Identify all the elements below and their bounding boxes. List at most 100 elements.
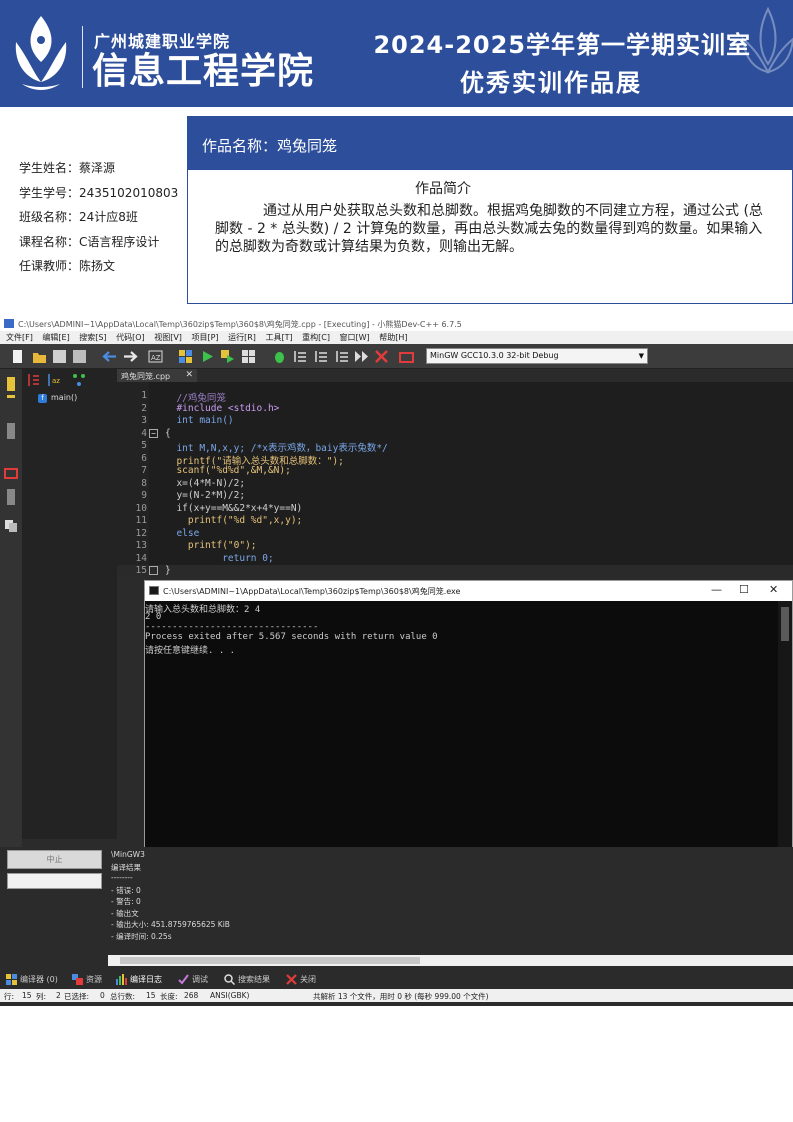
compile-icon[interactable] [178, 349, 193, 364]
console-line: -------------------------------- [145, 622, 319, 632]
save-all-icon[interactable] [72, 349, 87, 364]
status-parse-info: 共解析 13 个文件，用时 0 秒 (每秒 999.00 个文件) [313, 992, 489, 1001]
student-id: 学生学号：2435102010803 [19, 185, 179, 200]
tab-debug[interactable]: 调试 [178, 974, 208, 985]
code-line[interactable]: 11 printf("%d %d",x,y); [117, 515, 793, 528]
debug-tab-icon[interactable] [3, 465, 19, 481]
bottom-tab-bar: 编译器 (0) 资源 编译日志 调试 搜索结果 关闭 [0, 969, 793, 989]
code-line[interactable]: 10 if(x+y==M&&2*x+4*y==N) [117, 503, 793, 516]
code-line[interactable]: 8 x=(4*M-N)/2; [117, 478, 793, 491]
line-number: 14 [135, 552, 147, 564]
code-line[interactable]: 14 return 0; [117, 553, 793, 566]
tab-search-results-label: 搜索结果 [238, 975, 270, 984]
status-col-label: 列: [36, 992, 47, 1001]
compile-run-icon[interactable] [220, 349, 235, 364]
compiler-select[interactable]: MinGW GCC10.3.0 32-bit Debug ▼ [426, 348, 648, 364]
stop-button[interactable]: 中止 [7, 850, 102, 869]
back-arrow-icon[interactable] [102, 349, 117, 364]
sort-az-icon[interactable]: az [46, 373, 60, 387]
menu-refactor[interactable]: 重构[C] [302, 331, 330, 344]
code-line[interactable]: 3 int main() [117, 415, 793, 428]
step-into-icon[interactable] [313, 349, 328, 364]
step-over-icon[interactable] [292, 349, 307, 364]
code-text: printf("0"); [165, 540, 257, 551]
code-text: { [165, 427, 171, 439]
close-icon[interactable]: ✕ [769, 583, 778, 596]
console-title: C:\Users\ADMINI~1\AppData\Local\Temp\360… [163, 587, 461, 596]
code-line[interactable]: 12 else [117, 528, 793, 541]
minimize-icon[interactable]: — [711, 583, 722, 596]
code-text: } [165, 565, 171, 576]
menu-tools[interactable]: 工具[T] [265, 331, 292, 344]
forward-arrow-icon[interactable] [123, 349, 138, 364]
project-tab-icon[interactable] [5, 421, 17, 461]
svg-text:az: az [52, 377, 60, 385]
copy-icon[interactable] [4, 519, 18, 533]
menu-help[interactable]: 帮助[H] [379, 331, 407, 344]
ide-screenshot: C:\Users\ADMINI~1\AppData\Local\Temp\360… [0, 316, 793, 1006]
debug-bug-icon[interactable] [272, 349, 287, 364]
tab-close[interactable]: 关闭 [286, 974, 316, 985]
code-text: #include <stdio.h> [165, 402, 280, 414]
code-line[interactable]: 9 y=(N-2*M)/2; [117, 490, 793, 503]
code-editor[interactable]: 1 //鸡兔同笼 2 #include <stdio.h> 3 int main()… [117, 382, 793, 578]
editor-tab[interactable]: 鸡兔同笼.cpp ✕ [117, 369, 197, 382]
code-line[interactable]: 6 printf("请输入总头数和总脚数："); [117, 452, 793, 467]
inherited-icon[interactable] [72, 373, 86, 387]
code-line[interactable]: 1 //鸡兔同笼 [117, 390, 793, 404]
structure-tab-icon[interactable] [5, 375, 17, 415]
sort-icon[interactable] [26, 373, 40, 387]
menu-view[interactable]: 视图[V] [154, 331, 182, 344]
tab-resources[interactable]: 资源 [72, 974, 102, 985]
tab-close-label: 关闭 [300, 975, 316, 984]
stop-x-icon[interactable] [374, 349, 389, 364]
maximize-icon[interactable]: ☐ [739, 583, 749, 596]
bar-chart-icon [116, 974, 127, 985]
step-out-icon[interactable] [334, 349, 349, 364]
profile-icon[interactable] [399, 349, 414, 364]
log-scroll-thumb[interactable] [120, 957, 420, 964]
tab-compile-log[interactable]: 编译日志 [116, 974, 162, 985]
files-tab-icon[interactable] [5, 487, 17, 517]
code-line[interactable]: 13 printf("0"); [117, 540, 793, 553]
save-icon[interactable] [52, 349, 67, 364]
tab-compiler[interactable]: 编译器 (0) [6, 974, 58, 985]
menu-code[interactable]: 代码[O] [116, 331, 145, 344]
line-number: 15 [135, 565, 147, 576]
menu-search[interactable]: 搜索[S] [79, 331, 106, 344]
progress-field [7, 873, 102, 889]
open-folder-icon[interactable] [32, 349, 47, 364]
code-line[interactable]: 5 int M,N,x,y; /*x表示鸡数，baiy表示兔数*/ [117, 440, 793, 454]
log-scrollbar[interactable] [108, 955, 793, 966]
code-text: y=(N-2*M)/2; [165, 490, 246, 501]
code-line[interactable]: 7 scanf("%d%d",&M,&N); [117, 465, 793, 478]
code-line[interactable]: 4{ [117, 428, 793, 441]
fold-marker-icon[interactable] [149, 566, 158, 575]
department-name: 信息工程学院 [92, 51, 315, 92]
menu-edit[interactable]: 编辑[E] [42, 331, 69, 344]
code-line[interactable]: 15} [117, 565, 793, 578]
code-line[interactable]: 2 #include <stdio.h> [117, 403, 793, 416]
chevron-down-icon: ▼ [638, 352, 644, 360]
line-number: 2 [141, 402, 147, 414]
tab-search-results[interactable]: 搜索结果 [224, 974, 270, 985]
line-number: 13 [135, 540, 147, 551]
class-browser-item[interactable]: f main() [38, 393, 77, 403]
line-number: 8 [141, 477, 147, 489]
run-icon[interactable] [200, 349, 215, 364]
rebuild-icon[interactable] [241, 349, 256, 364]
fold-marker-icon[interactable]: − [149, 428, 158, 438]
format-code-icon[interactable]: AZ [148, 349, 163, 364]
continue-icon[interactable] [354, 349, 369, 364]
line-number: 6 [141, 452, 147, 464]
ide-title-bar: C:\Users\ADMINI~1\AppData\Local\Temp\360… [0, 316, 793, 331]
menu-window[interactable]: 窗口[W] [340, 331, 370, 344]
compile-control-pane: 中止 [0, 847, 108, 969]
menu-run[interactable]: 运行[R] [228, 331, 256, 344]
menu-project[interactable]: 项目[P] [191, 331, 218, 344]
menu-file[interactable]: 文件[F] [6, 331, 33, 344]
console-scroll-thumb[interactable] [781, 607, 789, 641]
close-tab-icon[interactable]: ✕ [185, 370, 193, 380]
new-file-icon[interactable] [10, 349, 25, 364]
line-number: 4 [141, 427, 147, 439]
